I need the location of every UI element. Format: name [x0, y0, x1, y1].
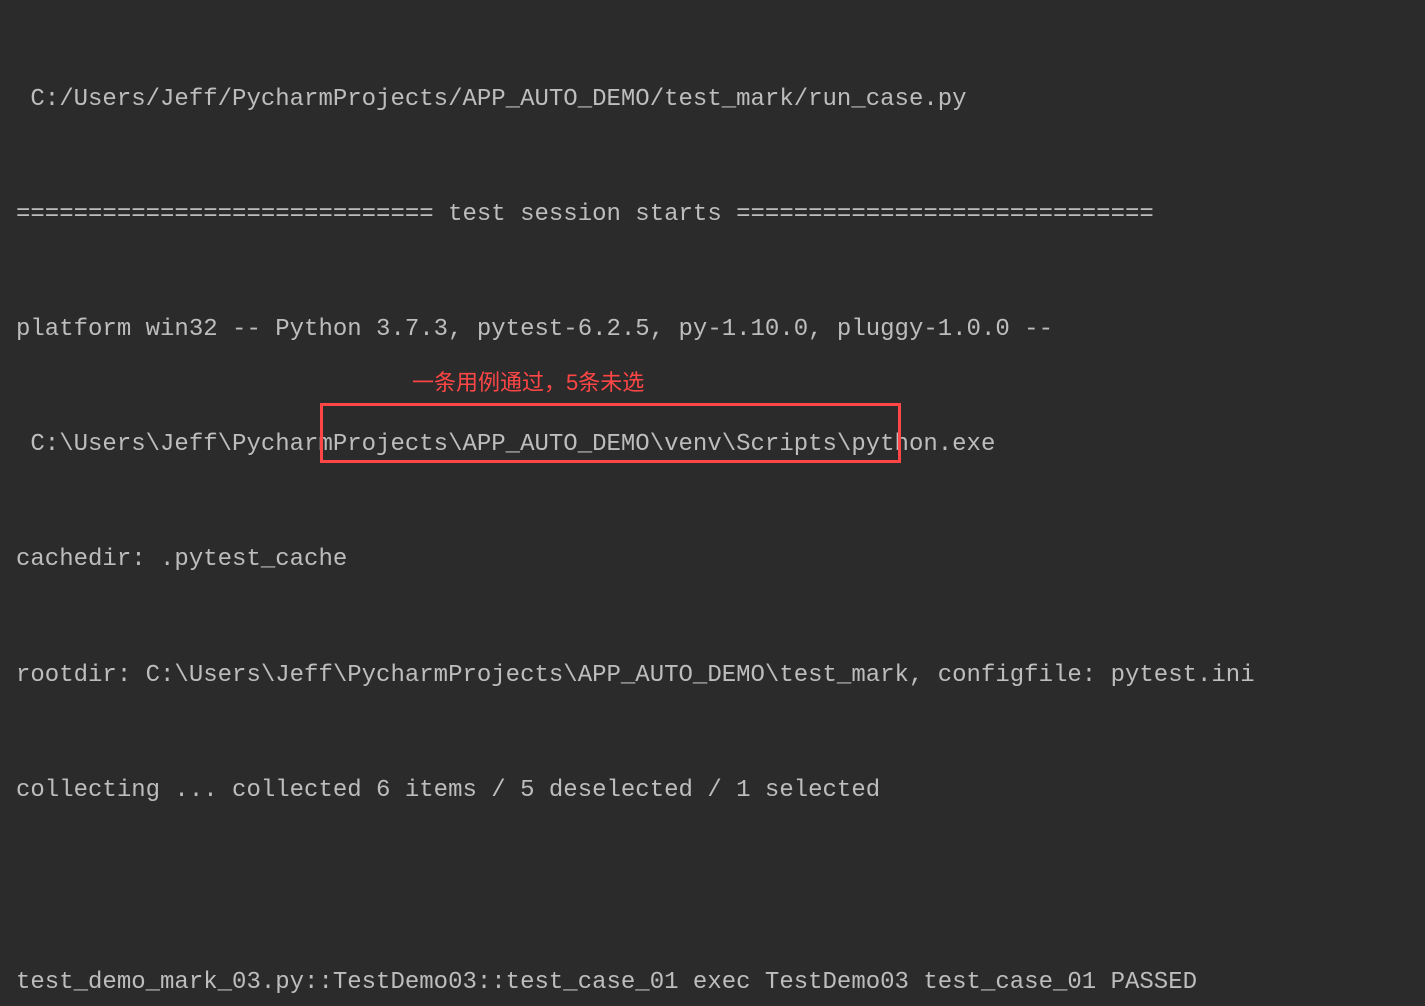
- output-line: collecting ... collected 6 items / 5 des…: [16, 772, 1409, 810]
- output-line: test_demo_mark_03.py::TestDemo03::test_c…: [16, 964, 1409, 1002]
- terminal-output: C:/Users/Jeff/PycharmProjects/APP_AUTO_D…: [0, 0, 1425, 1006]
- output-line: cachedir: .pytest_cache: [16, 541, 1409, 579]
- output-line: ============================= test sessi…: [16, 196, 1409, 234]
- output-line: rootdir: C:\Users\Jeff\PycharmProjects\A…: [16, 657, 1409, 695]
- annotation-text: 一条用例通过，5条未选: [412, 365, 644, 400]
- output-line: platform win32 -- Python 3.7.3, pytest-6…: [16, 311, 1409, 349]
- output-line: C:\Users\Jeff\PycharmProjects\APP_AUTO_D…: [16, 426, 1409, 464]
- output-line: C:/Users/Jeff/PycharmProjects/APP_AUTO_D…: [16, 81, 1409, 119]
